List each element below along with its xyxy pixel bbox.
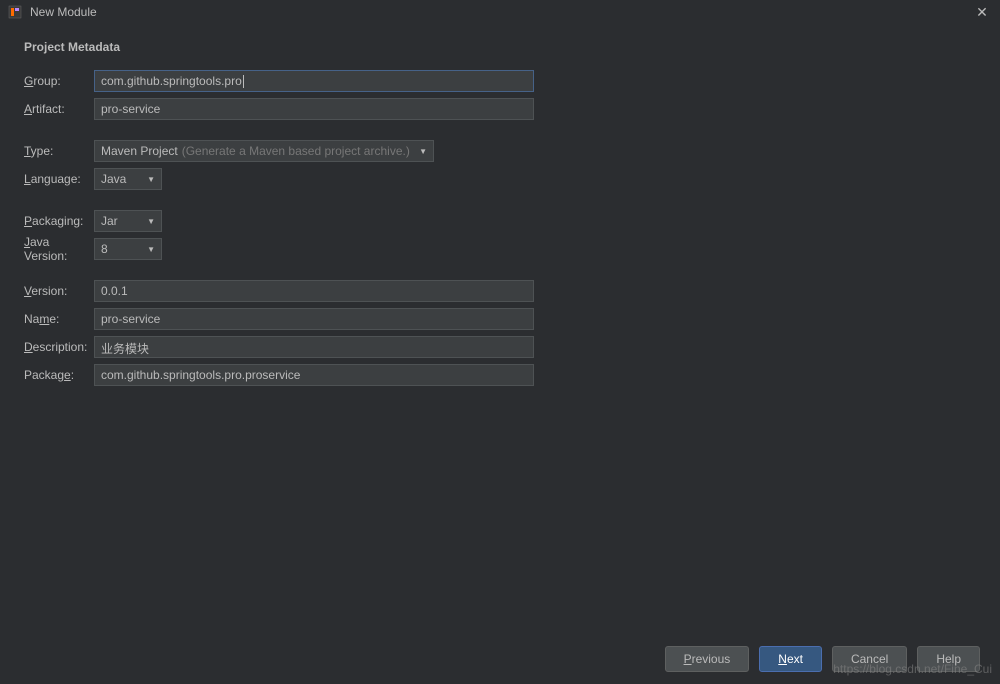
package-input[interactable]: com.github.springtools.pro.proservice — [94, 364, 534, 386]
version-input[interactable]: 0.0.1 — [94, 280, 534, 302]
titlebar: New Module ✕ — [0, 0, 1000, 24]
type-label: Type: — [24, 144, 94, 158]
section-title: Project Metadata — [24, 40, 976, 54]
name-row: Name: pro-service — [24, 308, 976, 330]
type-row: Type: Maven Project(Generate a Maven bas… — [24, 140, 976, 162]
version-row: Version: 0.0.1 — [24, 280, 976, 302]
version-label: Version: — [24, 284, 94, 298]
chevron-down-icon: ▼ — [147, 175, 155, 184]
language-label: Language: — [24, 172, 94, 186]
name-input[interactable]: pro-service — [94, 308, 534, 330]
content-area: Project Metadata Group: com.github.sprin… — [0, 24, 1000, 408]
artifact-input[interactable]: pro-service — [94, 98, 534, 120]
language-select[interactable]: Java ▼ — [94, 168, 162, 190]
description-label: Description: — [24, 340, 94, 354]
group-input[interactable]: com.github.springtools.pro — [94, 70, 534, 92]
next-button[interactable]: Next — [759, 646, 822, 672]
type-select[interactable]: Maven Project(Generate a Maven based pro… — [94, 140, 434, 162]
javaversion-select[interactable]: 8 ▼ — [94, 238, 162, 260]
chevron-down-icon: ▼ — [147, 245, 155, 254]
close-icon[interactable]: ✕ — [972, 2, 992, 22]
packaging-row: Packaging: Jar ▼ — [24, 210, 976, 232]
packaging-label: Packaging: — [24, 214, 94, 228]
app-icon — [8, 5, 22, 19]
packaging-select[interactable]: Jar ▼ — [94, 210, 162, 232]
name-label: Name: — [24, 312, 94, 326]
window-title: New Module — [30, 5, 972, 19]
chevron-down-icon: ▼ — [147, 217, 155, 226]
group-label: Group: — [24, 74, 94, 88]
javaversion-label: Java Version: — [24, 235, 94, 263]
language-row: Language: Java ▼ — [24, 168, 976, 190]
previous-button[interactable]: Previous — [665, 646, 750, 672]
watermark: https://blog.csdn.net/Fine_Cui — [833, 662, 992, 676]
artifact-row: Artifact: pro-service — [24, 98, 976, 120]
package-label: Package: — [24, 368, 94, 382]
artifact-label: Artifact: — [24, 102, 94, 116]
description-input[interactable]: 业务模块 — [94, 336, 534, 358]
description-row: Description: 业务模块 — [24, 336, 976, 358]
chevron-down-icon: ▼ — [419, 147, 427, 156]
group-row: Group: com.github.springtools.pro — [24, 70, 976, 92]
javaversion-row: Java Version: 8 ▼ — [24, 238, 976, 260]
package-row: Package: com.github.springtools.pro.pros… — [24, 364, 976, 386]
